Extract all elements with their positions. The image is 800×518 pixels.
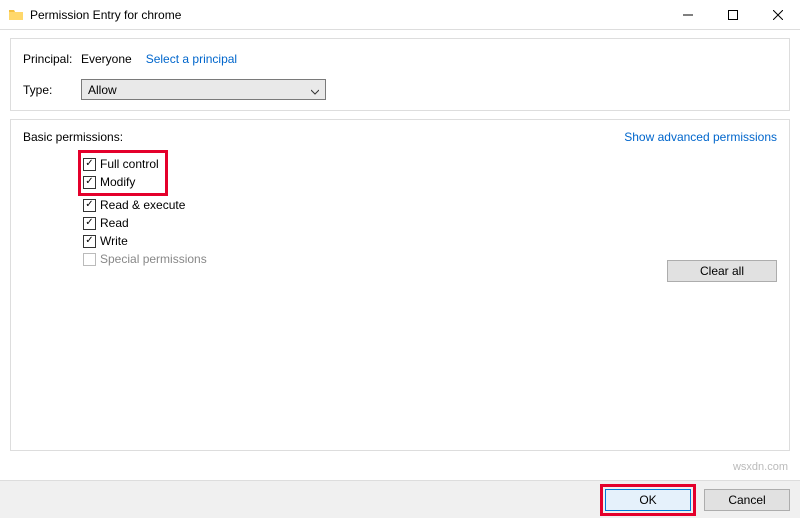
- principal-label: Principal:: [23, 52, 81, 66]
- permissions-panel: Basic permissions: Show advanced permiss…: [10, 119, 790, 451]
- permission-label: Special permissions: [100, 252, 207, 266]
- permission-write: Write: [83, 232, 777, 250]
- dialog-footer: OK Cancel: [0, 480, 800, 518]
- checkbox-special: [83, 253, 96, 266]
- checkbox-modify[interactable]: [83, 176, 96, 189]
- chevron-down-icon: [311, 85, 319, 99]
- permissions-list: Full control Modify Read & execute Read …: [83, 150, 777, 268]
- checkbox-read[interactable]: [83, 217, 96, 230]
- content-area: Principal: Everyone Select a principal T…: [0, 30, 800, 459]
- type-row: Type: Allow: [23, 79, 777, 100]
- principal-type-panel: Principal: Everyone Select a principal T…: [10, 38, 790, 111]
- ok-button[interactable]: OK: [605, 489, 691, 511]
- permission-read-execute: Read & execute: [83, 196, 777, 214]
- close-button[interactable]: [755, 0, 800, 29]
- permission-label: Read & execute: [100, 198, 185, 212]
- minimize-button[interactable]: [665, 0, 710, 29]
- permission-read: Read: [83, 214, 777, 232]
- highlight-full-control: Full control Modify: [78, 150, 168, 196]
- permission-label: Read: [100, 216, 129, 230]
- select-principal-link[interactable]: Select a principal: [146, 52, 237, 66]
- show-advanced-link[interactable]: Show advanced permissions: [624, 130, 777, 144]
- permission-label: Write: [100, 234, 128, 248]
- principal-value: Everyone: [81, 52, 132, 66]
- permission-full-control: Full control: [83, 155, 159, 173]
- type-select-value: Allow: [88, 83, 117, 97]
- window-title: Permission Entry for chrome: [30, 8, 665, 22]
- clear-all-button[interactable]: Clear all: [667, 260, 777, 282]
- checkbox-write[interactable]: [83, 235, 96, 248]
- titlebar: Permission Entry for chrome: [0, 0, 800, 30]
- checkbox-read-execute[interactable]: [83, 199, 96, 212]
- principal-row: Principal: Everyone Select a principal: [23, 49, 777, 69]
- permission-label: Modify: [100, 175, 135, 189]
- permission-label: Full control: [100, 157, 159, 171]
- watermark: wsxdn.com: [733, 461, 788, 473]
- maximize-button[interactable]: [710, 0, 755, 29]
- cancel-button[interactable]: Cancel: [704, 489, 790, 511]
- folder-icon: [8, 7, 24, 23]
- type-label: Type:: [23, 83, 81, 97]
- checkbox-full-control[interactable]: [83, 158, 96, 171]
- highlight-ok: OK: [600, 484, 696, 516]
- window-controls: [665, 0, 800, 29]
- type-select[interactable]: Allow: [81, 79, 326, 100]
- permission-modify: Modify: [83, 173, 159, 191]
